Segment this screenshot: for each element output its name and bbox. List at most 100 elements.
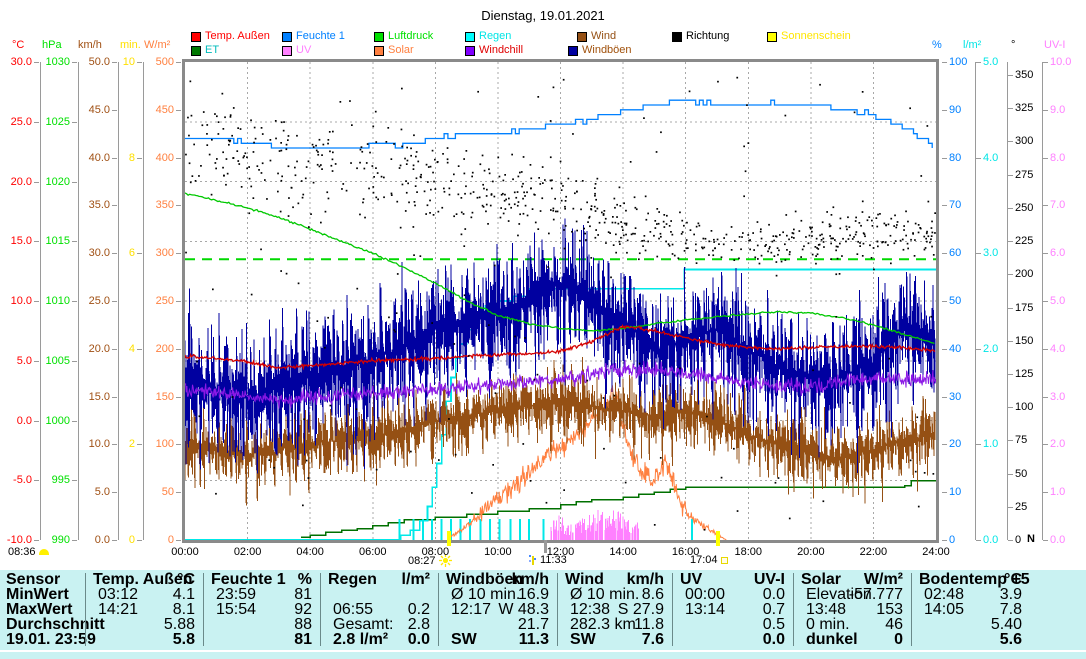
scatter-richtung-dot xyxy=(537,228,539,230)
axis-tick xyxy=(1043,301,1048,302)
scatter-richtung-dot xyxy=(811,227,813,229)
table-col-unit: °C xyxy=(177,573,195,586)
scatter-richtung-dot xyxy=(900,240,902,242)
axis-unit-label: ° xyxy=(1011,40,1015,51)
axis-tick xyxy=(34,301,39,302)
scatter-richtung-dot xyxy=(829,226,831,228)
scatter-richtung-dot xyxy=(375,141,377,143)
scatter-richtung-dot xyxy=(918,506,920,508)
scatter-richtung-dot xyxy=(672,234,674,236)
scatter-richtung-dot xyxy=(542,166,544,168)
scatter-richtung-dot xyxy=(834,239,836,241)
scatter-richtung-dot xyxy=(830,243,832,245)
scatter-richtung-dot xyxy=(845,241,847,243)
scatter-richtung-dot xyxy=(630,161,632,163)
scatter-richtung-dot xyxy=(660,457,662,459)
legend-swatch xyxy=(465,46,475,56)
axis-tick xyxy=(1008,374,1013,375)
scatter-richtung-dot xyxy=(595,237,597,239)
scatter-richtung-dot xyxy=(515,197,517,199)
scatter-richtung-dot xyxy=(777,254,779,256)
scatter-richtung-dot xyxy=(212,289,214,291)
scatter-richtung-dot xyxy=(401,129,403,131)
scatter-richtung-dot xyxy=(890,218,892,220)
scatter-richtung-dot xyxy=(706,416,708,418)
axis-tick-label: 0 xyxy=(168,535,174,546)
axis-tick-label: 300 xyxy=(1015,136,1033,147)
axis-tick xyxy=(72,421,77,422)
axis-tick xyxy=(942,540,947,541)
scatter-richtung-dot xyxy=(860,225,862,227)
marker-0836-time: 08:36 xyxy=(8,546,36,558)
scatter-richtung-dot xyxy=(505,199,507,201)
scatter-richtung-dot xyxy=(839,273,841,275)
scatter-richtung-dot xyxy=(425,213,427,215)
scatter-richtung-dot xyxy=(819,244,821,246)
scatter-richtung-dot xyxy=(835,316,837,318)
scatter-richtung-dot xyxy=(643,240,645,242)
scatter-richtung-dot xyxy=(396,201,398,203)
scatter-richtung-dot xyxy=(931,221,933,223)
table-col-name: Wind xyxy=(565,573,604,586)
scatter-richtung-dot xyxy=(747,234,749,236)
scatter-richtung-dot xyxy=(441,207,443,209)
scatter-richtung-dot xyxy=(483,206,485,208)
axis-tick xyxy=(72,301,77,302)
scatter-richtung-dot xyxy=(253,151,255,153)
scatter-richtung-dot xyxy=(266,198,268,200)
axis-tick-label: 450 xyxy=(156,105,174,116)
axis-tick xyxy=(176,540,181,541)
scatter-richtung-dot xyxy=(670,220,672,222)
scatter-richtung-dot xyxy=(486,204,488,206)
axis-tick xyxy=(1043,158,1048,159)
axis-tick xyxy=(137,349,142,350)
scatter-richtung-dot xyxy=(574,192,576,194)
scatter-richtung-dot xyxy=(591,205,593,207)
scatter-richtung-dot xyxy=(704,529,706,531)
scatter-richtung-dot xyxy=(310,213,312,215)
scatter-richtung-dot xyxy=(546,502,548,504)
scatter-richtung-dot xyxy=(647,241,649,243)
scatter-richtung-dot xyxy=(388,317,390,319)
scatter-richtung-dot xyxy=(376,469,378,471)
scatter-richtung-dot xyxy=(317,154,319,156)
scatter-richtung-dot xyxy=(464,228,466,230)
axis-unit-label: W/m² xyxy=(144,40,170,51)
axis-tick-label: 20.0 xyxy=(11,177,32,188)
scatter-richtung-dot xyxy=(836,246,838,248)
scatter-richtung-dot xyxy=(404,158,406,160)
axis-tick xyxy=(1043,253,1048,254)
axis-tick-label: 30.0 xyxy=(89,248,110,259)
scatter-richtung-dot xyxy=(585,239,587,241)
scatter-richtung-dot xyxy=(839,228,841,230)
scatter-richtung-dot xyxy=(413,168,415,170)
scatter-richtung-dot xyxy=(243,155,245,157)
x-axis-label: 00:00 xyxy=(163,546,207,558)
axis-tick xyxy=(112,110,117,111)
scatter-richtung-dot xyxy=(608,231,610,233)
scatter-richtung-dot xyxy=(530,480,532,482)
scatter-richtung-dot xyxy=(568,178,570,180)
legend-item: Wind xyxy=(577,31,616,42)
scatter-richtung-dot xyxy=(760,228,762,230)
scatter-richtung-dot xyxy=(512,178,514,180)
axis-tick-label: 990 xyxy=(52,535,70,546)
scatter-richtung-dot xyxy=(840,218,842,220)
scatter-richtung-dot xyxy=(514,336,516,338)
axis-tick xyxy=(176,397,181,398)
scatter-richtung-dot xyxy=(477,91,479,93)
scatter-richtung-dot xyxy=(410,148,412,150)
scatter-richtung-dot xyxy=(925,238,927,240)
scatter-richtung-dot xyxy=(316,150,318,152)
table-cell-label: 0 min. xyxy=(806,618,850,631)
scatter-richtung-dot xyxy=(313,182,315,184)
table-cell-value: 5.40 xyxy=(991,618,1022,631)
scatter-richtung-dot xyxy=(199,415,201,417)
scatter-richtung-dot xyxy=(757,258,759,260)
scatter-richtung-dot xyxy=(907,221,909,223)
legend-label: Richtung xyxy=(686,31,729,42)
scatter-richtung-dot xyxy=(775,482,777,484)
scatter-richtung-dot xyxy=(615,222,617,224)
scatter-richtung-dot xyxy=(283,121,285,123)
axis-tick-label: 500 xyxy=(156,57,174,68)
